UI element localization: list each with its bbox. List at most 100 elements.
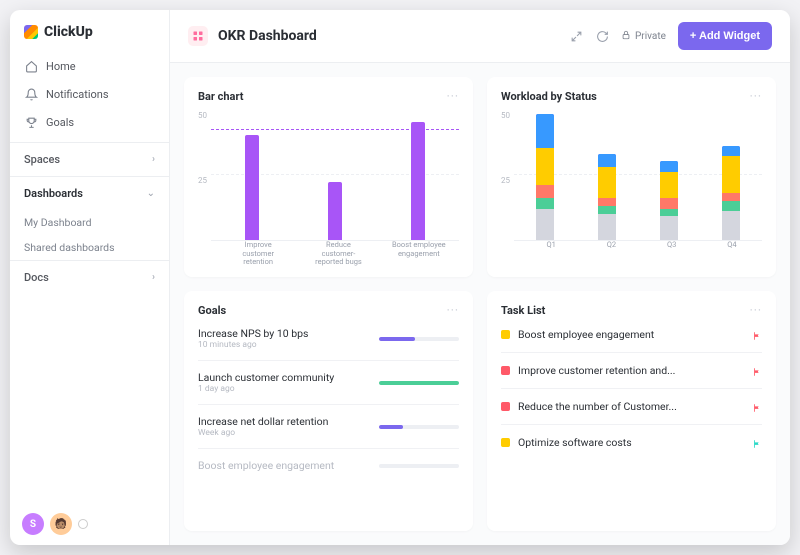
x-label: Q2: [591, 241, 631, 265]
sidebar-section-spaces[interactable]: Spaces ›: [10, 142, 169, 176]
task-text: Improve customer retention and...: [518, 364, 744, 377]
avatar[interactable]: 🧑🏽: [50, 513, 72, 535]
flag-icon: [752, 366, 762, 376]
x-label: Q1: [531, 241, 571, 265]
goal-item[interactable]: Increase NPS by 10 bps10 minutes ago: [198, 317, 459, 361]
status-square-icon: [501, 330, 510, 339]
task-text: Boost employee engagement: [518, 328, 744, 341]
task-row[interactable]: Improve customer retention and...: [501, 353, 762, 389]
bar-chart: 5025 Improve customer retentionReduce cu…: [198, 109, 459, 265]
goal-item[interactable]: Boost employee engagement: [198, 449, 459, 482]
x-label: Reduce customer-reported bugs: [308, 241, 368, 265]
task-text: Reduce the number of Customer...: [518, 400, 744, 413]
more-icon[interactable]: ···: [447, 89, 459, 103]
section-label: Dashboards: [24, 187, 83, 200]
section-label: Docs: [24, 271, 49, 284]
card-title: Bar chart: [198, 90, 243, 103]
goal-timestamp: 10 minutes ago: [198, 340, 308, 350]
card-tasks: Task List ··· Boost employee engagement I…: [487, 291, 776, 531]
chevron-right-icon: ›: [152, 154, 155, 165]
status-square-icon: [501, 438, 510, 447]
topbar: OKR Dashboard Private + Add Widget: [170, 10, 790, 63]
sidebar-item-home[interactable]: Home: [10, 52, 169, 80]
card-title: Task List: [501, 304, 545, 317]
status-square-icon: [501, 402, 510, 411]
more-icon[interactable]: ···: [447, 303, 459, 317]
expand-icon[interactable]: [569, 29, 583, 43]
bar: [328, 182, 342, 240]
sidebar-item-label: Notifications: [46, 88, 109, 101]
goal-text: Increase net dollar retention: [198, 415, 328, 428]
visibility-indicator[interactable]: Private: [621, 30, 666, 43]
bar: [245, 135, 259, 240]
progress-bar: [379, 381, 459, 385]
card-title: Goals: [198, 304, 226, 317]
sidebar-item-goals[interactable]: Goals: [10, 108, 169, 136]
main: OKR Dashboard Private + Add Widget: [170, 10, 790, 545]
sidebar-footer: S 🧑🏽: [10, 503, 169, 545]
card-bar-chart: Bar chart ··· 5025 Improve customer rete…: [184, 77, 473, 277]
task-row[interactable]: Optimize software costs: [501, 425, 762, 460]
stacked-bar: [598, 154, 616, 240]
goal-text: Increase NPS by 10 bps: [198, 327, 308, 340]
brand-name: ClickUp: [44, 24, 93, 40]
sidebar-nav: Home Notifications Goals: [10, 50, 169, 142]
sidebar-item-label: Home: [46, 60, 76, 73]
task-text: Optimize software costs: [518, 436, 744, 449]
trophy-icon: [24, 115, 38, 129]
x-label: Improve customer retention: [228, 241, 288, 265]
sidebar: ClickUp Home Notifications Goals: [10, 10, 170, 545]
progress-bar: [379, 337, 459, 341]
sidebar-item-shared-dashboards[interactable]: Shared dashboards: [10, 235, 169, 260]
topbar-right: Private + Add Widget: [569, 22, 772, 50]
stacked-bar: [536, 114, 554, 240]
sidebar-section-dashboards[interactable]: Dashboards ⌄: [10, 176, 169, 210]
goal-item[interactable]: Launch customer community1 day ago: [198, 361, 459, 405]
flag-icon: [752, 330, 762, 340]
goal-timestamp: 1 day ago: [198, 384, 334, 394]
flag-icon: [752, 438, 762, 448]
visibility-label: Private: [635, 31, 666, 42]
progress-bar: [379, 425, 459, 429]
avatar[interactable]: S: [22, 513, 44, 535]
status-square-icon: [501, 366, 510, 375]
sidebar-section-docs[interactable]: Docs ›: [10, 260, 169, 294]
goal-text: Boost employee engagement: [198, 459, 334, 472]
workload-chart: 5025 Q1Q2Q3Q4: [501, 109, 762, 265]
x-label: Q4: [712, 241, 752, 265]
dashboard-grid: Bar chart ··· 5025 Improve customer rete…: [170, 63, 790, 545]
task-row[interactable]: Reduce the number of Customer...: [501, 389, 762, 425]
goal-item[interactable]: Increase net dollar retentionWeek ago: [198, 405, 459, 449]
section-label: Spaces: [24, 153, 60, 166]
dashboard-icon: [188, 26, 208, 46]
x-label: Q3: [652, 241, 692, 265]
card-title: Workload by Status: [501, 90, 597, 103]
stacked-bar: [722, 146, 740, 240]
chevron-down-icon: ⌄: [147, 188, 155, 199]
sidebar-item-my-dashboard[interactable]: My Dashboard: [10, 210, 169, 235]
progress-bar: [379, 464, 459, 468]
task-row[interactable]: Boost employee engagement: [501, 317, 762, 353]
bar: [411, 122, 425, 240]
flag-icon: [752, 402, 762, 412]
more-icon[interactable]: ···: [750, 303, 762, 317]
brand-logo-icon: [24, 25, 38, 39]
x-label: Boost employee engagement: [389, 241, 449, 265]
bell-icon: [24, 87, 38, 101]
brand: ClickUp: [10, 10, 169, 50]
home-icon: [24, 59, 38, 73]
refresh-icon[interactable]: [595, 29, 609, 43]
more-icon[interactable]: ···: [750, 89, 762, 103]
goal-timestamp: Week ago: [198, 428, 328, 438]
page-title: OKR Dashboard: [218, 28, 317, 44]
more-icon[interactable]: [78, 519, 88, 529]
app-window: ClickUp Home Notifications Goals: [10, 10, 790, 545]
chevron-right-icon: ›: [152, 272, 155, 283]
stacked-bar: [660, 161, 678, 240]
add-widget-button[interactable]: + Add Widget: [678, 22, 772, 50]
sidebar-item-notifications[interactable]: Notifications: [10, 80, 169, 108]
goal-text: Launch customer community: [198, 371, 334, 384]
lock-icon: [621, 30, 631, 43]
card-goals: Goals ··· Increase NPS by 10 bps10 minut…: [184, 291, 473, 531]
sidebar-item-label: Goals: [46, 116, 74, 129]
